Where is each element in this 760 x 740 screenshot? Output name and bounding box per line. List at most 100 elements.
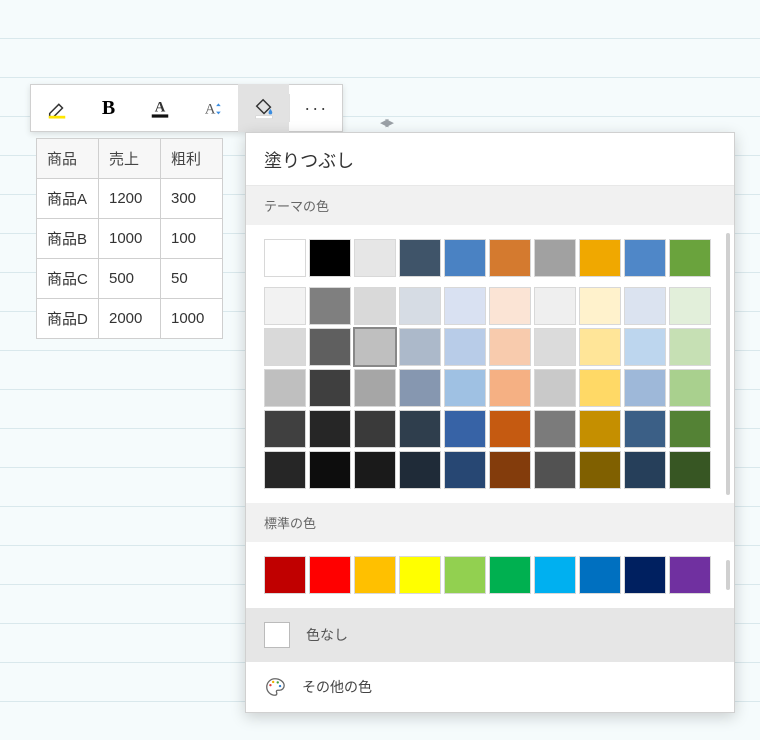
- color-swatch[interactable]: [399, 239, 441, 277]
- table-header[interactable]: 粗利: [161, 139, 223, 179]
- color-swatch[interactable]: [489, 287, 531, 325]
- color-swatch[interactable]: [399, 328, 441, 366]
- color-swatch[interactable]: [669, 287, 711, 325]
- color-swatch[interactable]: [309, 556, 351, 594]
- color-swatch[interactable]: [264, 287, 306, 325]
- more-options-button[interactable]: ···: [290, 84, 342, 132]
- color-swatch[interactable]: [309, 287, 351, 325]
- color-swatch[interactable]: [669, 369, 711, 407]
- color-swatch[interactable]: [624, 287, 666, 325]
- color-swatch[interactable]: [489, 451, 531, 489]
- color-swatch[interactable]: [444, 451, 486, 489]
- color-swatch[interactable]: [534, 369, 576, 407]
- table-cell[interactable]: 商品A: [37, 179, 99, 219]
- color-swatch[interactable]: [579, 410, 621, 448]
- color-swatch[interactable]: [669, 410, 711, 448]
- color-swatch[interactable]: [264, 369, 306, 407]
- fill-color-button[interactable]: [238, 84, 290, 132]
- color-swatch[interactable]: [579, 369, 621, 407]
- color-swatch[interactable]: [399, 556, 441, 594]
- color-swatch[interactable]: [579, 328, 621, 366]
- color-swatch[interactable]: [579, 287, 621, 325]
- color-swatch[interactable]: [444, 328, 486, 366]
- table-row[interactable]: 商品C50050: [37, 259, 223, 299]
- highlighter-button[interactable]: [31, 84, 83, 132]
- table-header[interactable]: 商品: [37, 139, 99, 179]
- color-swatch[interactable]: [624, 239, 666, 277]
- table-row[interactable]: 商品D20001000: [37, 299, 223, 339]
- no-fill-option[interactable]: 色なし: [246, 608, 734, 662]
- table-cell[interactable]: 100: [161, 219, 223, 259]
- color-swatch[interactable]: [354, 239, 396, 277]
- color-swatch[interactable]: [309, 369, 351, 407]
- color-swatch[interactable]: [354, 328, 396, 366]
- color-swatch[interactable]: [309, 239, 351, 277]
- color-swatch[interactable]: [489, 239, 531, 277]
- color-swatch[interactable]: [669, 239, 711, 277]
- resize-handle-icon[interactable]: ◀▶: [380, 116, 391, 129]
- scrollbar[interactable]: [726, 560, 730, 590]
- table-cell[interactable]: 300: [161, 179, 223, 219]
- table-cell[interactable]: 1000: [99, 219, 161, 259]
- color-swatch[interactable]: [354, 287, 396, 325]
- table-cell[interactable]: 商品C: [37, 259, 99, 299]
- color-swatch[interactable]: [309, 328, 351, 366]
- color-swatch[interactable]: [669, 328, 711, 366]
- color-swatch[interactable]: [444, 239, 486, 277]
- color-swatch[interactable]: [264, 328, 306, 366]
- color-swatch[interactable]: [489, 328, 531, 366]
- color-swatch[interactable]: [624, 451, 666, 489]
- color-swatch[interactable]: [309, 410, 351, 448]
- color-swatch[interactable]: [489, 556, 531, 594]
- color-swatch[interactable]: [354, 556, 396, 594]
- more-colors-option[interactable]: その他の色: [246, 662, 734, 712]
- color-swatch[interactable]: [534, 410, 576, 448]
- color-swatch[interactable]: [489, 410, 531, 448]
- table-row[interactable]: 商品A1200300: [37, 179, 223, 219]
- color-swatch[interactable]: [624, 556, 666, 594]
- color-swatch[interactable]: [579, 451, 621, 489]
- color-swatch[interactable]: [534, 556, 576, 594]
- table-cell[interactable]: 1000: [161, 299, 223, 339]
- bold-button[interactable]: B: [83, 84, 135, 132]
- color-swatch[interactable]: [399, 369, 441, 407]
- color-swatch[interactable]: [534, 287, 576, 325]
- color-swatch[interactable]: [264, 410, 306, 448]
- color-swatch[interactable]: [264, 451, 306, 489]
- color-swatch[interactable]: [399, 451, 441, 489]
- color-swatch[interactable]: [444, 410, 486, 448]
- color-swatch[interactable]: [624, 369, 666, 407]
- color-swatch[interactable]: [579, 239, 621, 277]
- color-swatch[interactable]: [444, 556, 486, 594]
- table-cell[interactable]: 商品D: [37, 299, 99, 339]
- table-cell[interactable]: 500: [99, 259, 161, 299]
- color-swatch[interactable]: [399, 410, 441, 448]
- table-cell[interactable]: 1200: [99, 179, 161, 219]
- color-swatch[interactable]: [489, 369, 531, 407]
- table-header[interactable]: 売上: [99, 139, 161, 179]
- color-swatch[interactable]: [624, 410, 666, 448]
- table-row[interactable]: 商品B1000100: [37, 219, 223, 259]
- color-swatch[interactable]: [534, 451, 576, 489]
- color-swatch[interactable]: [399, 287, 441, 325]
- table-cell[interactable]: 商品B: [37, 219, 99, 259]
- color-swatch[interactable]: [309, 451, 351, 489]
- color-swatch[interactable]: [579, 556, 621, 594]
- color-swatch[interactable]: [669, 451, 711, 489]
- color-swatch[interactable]: [534, 328, 576, 366]
- color-swatch[interactable]: [624, 328, 666, 366]
- table-cell[interactable]: 50: [161, 259, 223, 299]
- color-swatch[interactable]: [669, 556, 711, 594]
- data-table[interactable]: 商品売上粗利 商品A1200300商品B1000100商品C50050商品D20…: [36, 138, 223, 339]
- font-size-button[interactable]: A: [186, 84, 238, 132]
- font-color-button[interactable]: A: [134, 84, 186, 132]
- scrollbar[interactable]: [726, 233, 730, 495]
- color-swatch[interactable]: [444, 287, 486, 325]
- color-swatch[interactable]: [444, 369, 486, 407]
- color-swatch[interactable]: [264, 556, 306, 594]
- color-swatch[interactable]: [264, 239, 306, 277]
- table-cell[interactable]: 2000: [99, 299, 161, 339]
- color-swatch[interactable]: [354, 369, 396, 407]
- color-swatch[interactable]: [354, 410, 396, 448]
- color-swatch[interactable]: [354, 451, 396, 489]
